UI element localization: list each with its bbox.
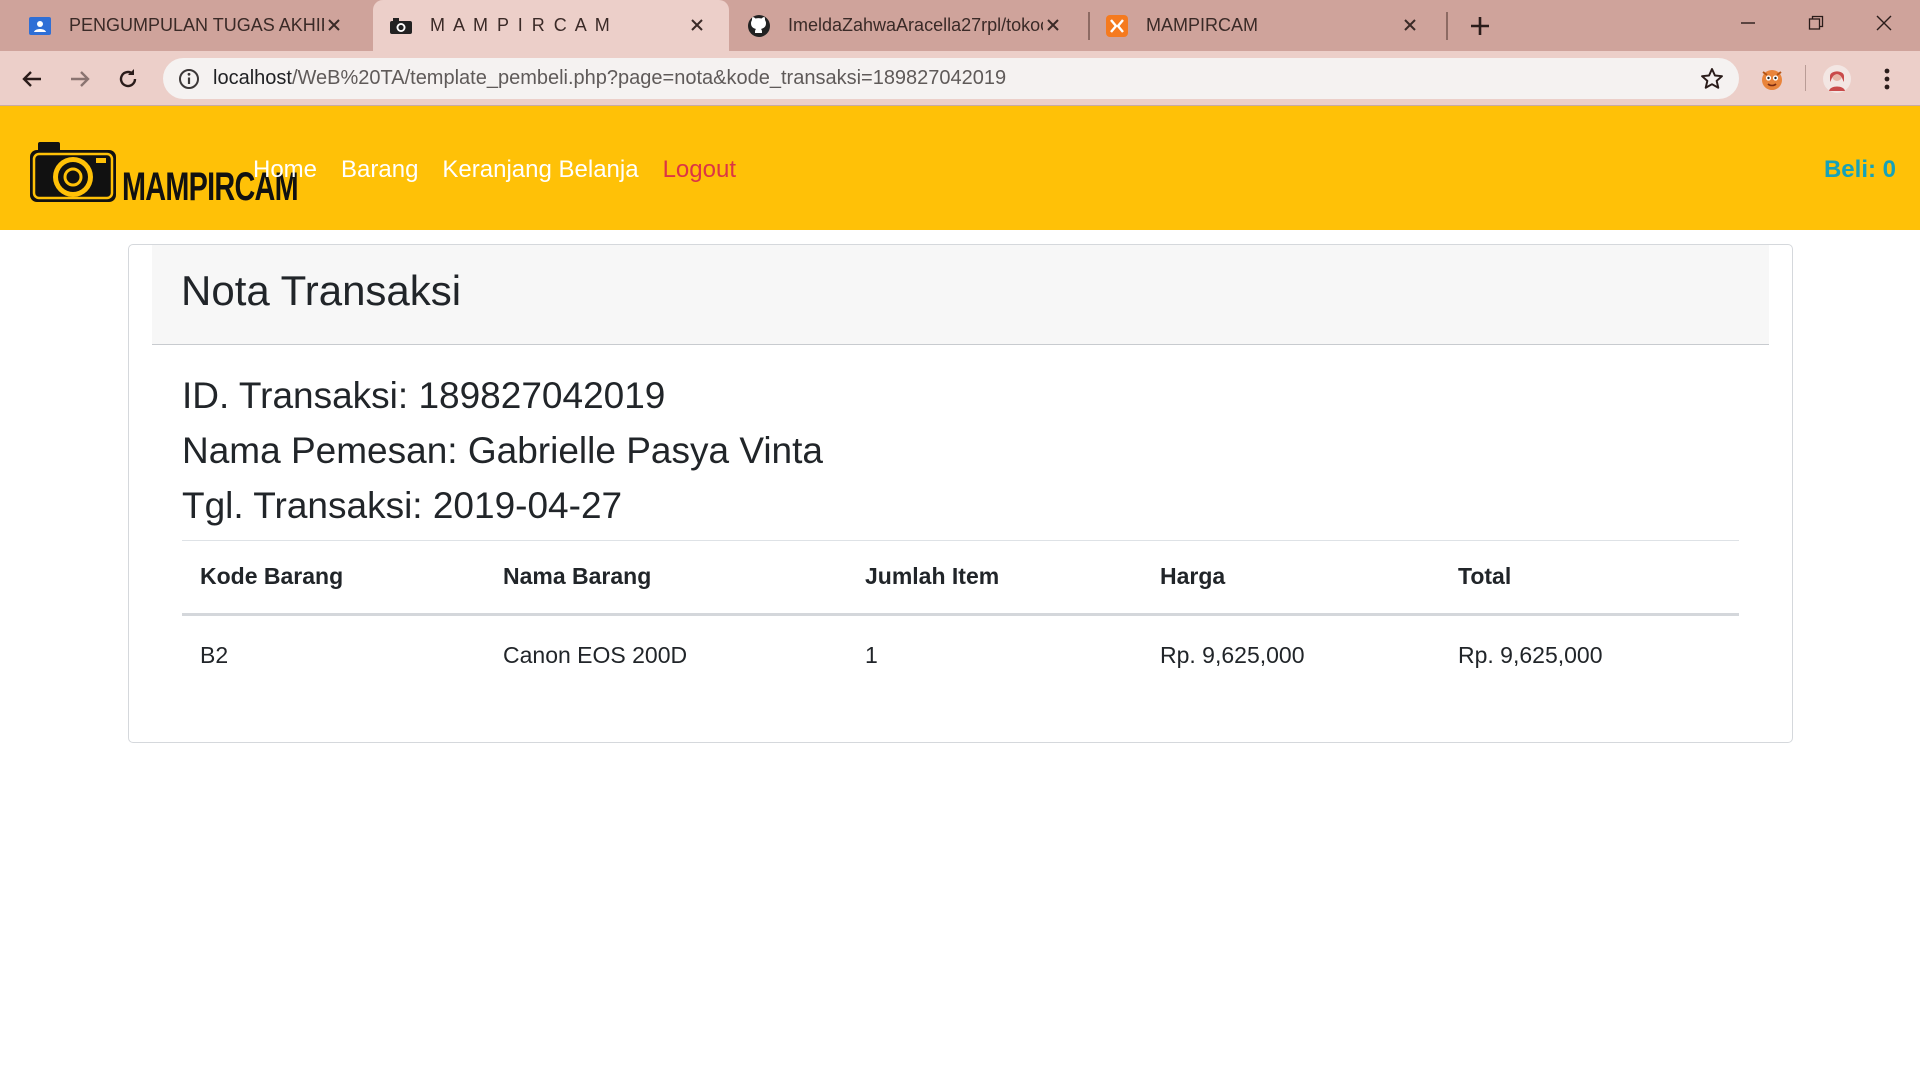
nav-link-barang[interactable]: Barang [341,156,418,184]
restore-icon[interactable] [1796,8,1836,38]
profile-avatar-icon[interactable] [1822,64,1852,94]
tab-separator [1088,12,1090,40]
tab-title: M A M P I R C A M [430,15,612,35]
cell-jumlah-item: 1 [865,642,878,668]
close-icon[interactable] [1041,13,1065,37]
browser-tab-classroom[interactable]: PENGUMPULAN TUGAS AKHIR WEB [16,0,366,51]
browser-tab-mampircam-active[interactable]: M A M P I R C A M [373,0,729,51]
tab-title: ImeldaZahwaAracella27rpl/tokocamera [788,15,1043,35]
browser-tab-xampp[interactable]: MAMPIRCAM [1092,0,1442,51]
nav-link-keranjang[interactable]: Keranjang Belanja [442,156,638,184]
nav-link-logout[interactable]: Logout [663,156,736,184]
nav-links: Home Barang Keranjang Belanja Logout [253,156,736,184]
cell-nama-barang: Canon EOS 200D [503,642,688,668]
invoice-card: Nota Transaksi ID. Transaksi: 1898270420… [128,244,1793,743]
cart-count[interactable]: Beli: 0 [1824,156,1896,184]
tab-separator [1446,12,1448,40]
window-close-icon[interactable] [1864,8,1904,38]
browser-tab-strip: PENGUMPULAN TUGAS AKHIR WEB M A M P I R … [0,0,1920,51]
tab-title: MAMPIRCAM [1146,15,1258,35]
github-icon [747,14,771,38]
column-header: Jumlah Item [865,563,1000,589]
cell-total: Rp. 9,625,000 [1458,642,1603,668]
column-header: Kode Barang [200,563,344,589]
close-icon[interactable] [685,13,709,37]
browser-tab-github[interactable]: ImeldaZahwaAracella27rpl/tokocamera [735,0,1085,51]
address-bar[interactable]: localhost/WeB%20TA/template_pembeli.php?… [163,58,1739,99]
camera-logo-icon [28,140,118,209]
close-icon[interactable] [322,13,346,37]
table-top-border [182,540,1739,541]
url-path: /WeB%20TA/template_pembeli.php?page=nota… [291,67,1007,89]
reload-icon[interactable] [112,63,144,95]
nav-link-home[interactable]: Home [253,156,317,184]
xampp-icon [1105,14,1129,38]
cell-harga: Rp. 9,625,000 [1160,642,1305,668]
tab-title: PENGUMPULAN TUGAS AKHIR WEB [69,15,324,35]
column-header: Nama Barang [503,563,652,589]
bookmark-star-icon[interactable] [1699,66,1725,92]
back-arrow-icon[interactable] [16,63,48,95]
card-header: Nota Transaksi [152,245,1769,345]
site-navbar: MAMPIRCAM Home Barang Keranjang Belanja … [0,106,1920,230]
camera-icon [389,14,413,38]
cell-kode-barang: B2 [200,642,229,668]
classroom-icon [28,14,52,38]
column-header: Total [1458,563,1512,589]
url-host: localhost [213,67,292,89]
new-tab-icon[interactable] [1465,11,1495,41]
info-icon[interactable] [177,67,201,91]
transaction-date: Tgl. Transaksi: 2019-04-27 [182,485,623,526]
minimize-icon[interactable] [1728,8,1768,38]
table-header-border [182,613,1739,616]
url-text: localhost/WeB%20TA/template_pembeli.php?… [213,67,1006,90]
forward-arrow-icon[interactable] [64,63,96,95]
transaction-id: ID. Transaksi: 189827042019 [182,375,666,416]
browser-toolbar: localhost/WeB%20TA/template_pembeli.php?… [0,51,1920,106]
extension-icon[interactable] [1757,64,1787,94]
customer-name: Nama Pemesan: Gabrielle Pasya Vinta [182,430,823,471]
close-icon[interactable] [1398,13,1422,37]
page-title: Nota Transaksi [181,267,462,314]
toolbar-divider [1805,65,1806,91]
column-header: Harga [1160,563,1226,589]
menu-kebab-icon[interactable] [1872,64,1902,94]
